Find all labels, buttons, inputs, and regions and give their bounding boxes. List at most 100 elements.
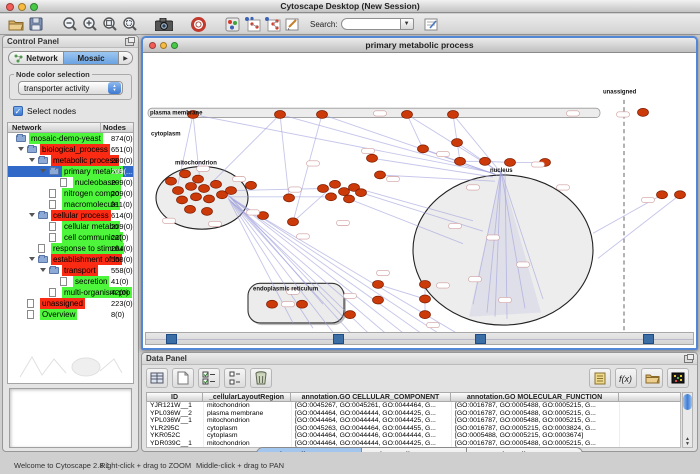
zoom-out-icon[interactable] <box>60 15 80 33</box>
graph-node[interactable] <box>202 207 213 215</box>
table-cell[interactable]: [GO:0044464, GO:0044446, GO:0044444, G..… <box>292 432 452 440</box>
disclosure-triangle-icon[interactable] <box>40 268 46 272</box>
table-cell[interactable]: mitochondrion <box>204 402 292 410</box>
annotation-icon[interactable] <box>282 15 302 33</box>
tab-network[interactable]: Network <box>9 52 64 64</box>
function-builder-icon[interactable]: f(x) <box>615 368 637 388</box>
table-cell[interactable]: mitochondrion <box>204 417 292 425</box>
table-cell[interactable]: [GO:0045267, GO:0045261, GO:0044464, G..… <box>292 402 452 410</box>
tree-item-secretion[interactable]: secretion41(0) <box>8 276 133 287</box>
graph-node[interactable] <box>226 187 237 195</box>
zoom-selected-icon[interactable] <box>120 15 140 33</box>
disclosure-triangle-icon[interactable] <box>29 257 35 261</box>
table-cell[interactable]: YKR052C <box>147 432 204 440</box>
table-cell[interactable]: YJR121W__1 <box>147 402 204 410</box>
tree-item-metabolic-process[interactable]: metabolic process280(0) <box>8 155 133 166</box>
graph-node[interactable] <box>657 191 668 199</box>
graph-node[interactable] <box>166 177 177 185</box>
attribute-editor-icon[interactable] <box>422 15 442 33</box>
strip-node[interactable] <box>166 334 177 344</box>
tree-item-cellular-process[interactable]: cellular process614(0) <box>8 210 133 221</box>
graph-node[interactable] <box>193 175 204 183</box>
table-cell[interactable]: cytoplasm <box>204 432 292 440</box>
search-input[interactable] <box>341 18 401 30</box>
graph-node[interactable] <box>367 154 378 162</box>
more-tabs-icon[interactable]: ▶ <box>119 52 132 64</box>
tree-item-cellular-metabo[interactable]: cellular metabo209(0) <box>8 221 133 232</box>
table-cell[interactable]: YPL036W__1 <box>147 417 204 425</box>
tree-item-multi-organism-pro[interactable]: multi-organism pro42(0) <box>8 287 133 298</box>
graph-node[interactable] <box>480 157 491 165</box>
attribute-batch-icon[interactable] <box>224 368 246 388</box>
attribute-report-icon[interactable] <box>589 368 611 388</box>
scrollbar-thumb[interactable] <box>683 394 692 410</box>
close-window-icon[interactable] <box>6 3 14 11</box>
tree-item-nucleobase-[interactable]: nucleobase-209(0) <box>8 177 133 188</box>
disclosure-triangle-icon[interactable] <box>29 158 35 162</box>
graph-node[interactable] <box>420 295 431 303</box>
select-nodes-checkbox[interactable]: ✓ <box>13 106 23 116</box>
table-cell[interactable]: [GO:0016787, GO:0005488, GO:0005215, G..… <box>452 402 620 410</box>
tree-item-primary-metabol[interactable]: primary metabol209(... <box>8 166 133 177</box>
vizmapper-icon[interactable] <box>222 15 242 33</box>
graph-node[interactable] <box>275 111 286 119</box>
table-cell[interactable]: [GO:0016787, GO:0005488, GO:0005215, G..… <box>452 410 620 418</box>
network-canvas[interactable]: plasma membranecytoplasmmitochondrionnuc… <box>143 54 696 348</box>
open-session-icon[interactable] <box>6 15 26 33</box>
graph-node[interactable] <box>318 185 329 193</box>
table-cell[interactable]: [GO:0016787, GO:0005488, GO:0005215, G..… <box>452 417 620 425</box>
graph-node[interactable] <box>211 180 222 188</box>
column-header[interactable]: annotation.GO MOLECULAR_FUNCTION <box>451 392 619 402</box>
graph-node[interactable] <box>185 205 196 213</box>
scrollbar-arrows-icon[interactable]: ▲▼ <box>683 437 692 447</box>
delete-attribute-icon[interactable] <box>250 368 272 388</box>
tree-item-unassigned[interactable]: unassigned223(0) <box>8 298 133 309</box>
graph-node[interactable] <box>373 280 384 288</box>
graph-node[interactable] <box>373 296 384 304</box>
disclosure-triangle-icon[interactable] <box>40 169 46 173</box>
graph-node[interactable] <box>199 185 210 193</box>
table-scrollbar[interactable]: ▲▼ <box>682 392 693 448</box>
tree-item-response-to-stimulu[interactable]: response to stimulu264(0) <box>8 243 133 254</box>
table-cell[interactable]: [GO:0016787, GO:0005215, GO:0003824, G..… <box>452 425 620 433</box>
table-row[interactable]: YLR295Ccytoplasm[GO:0045263, GO:0044464,… <box>147 425 680 433</box>
tree-item-nitrogen-compo[interactable]: nitrogen compo209(0) <box>8 188 133 199</box>
close-network-icon[interactable] <box>149 42 156 49</box>
create-attribute-icon[interactable] <box>172 368 194 388</box>
help-lifesaver-icon[interactable] <box>188 15 208 33</box>
destroy-network-icon[interactable] <box>262 15 282 33</box>
table-cell[interactable]: [GO:0044464, GO:0044444, GO:0044425, G..… <box>292 417 452 425</box>
table-row[interactable]: YPL036W__1mitochondrion[GO:0044464, GO:0… <box>147 417 680 425</box>
graph-node[interactable] <box>267 300 278 308</box>
table-row[interactable]: YKR052Ccytoplasm[GO:0044464, GO:0044446,… <box>147 432 680 440</box>
zoom-in-icon[interactable] <box>80 15 100 33</box>
graph-node[interactable] <box>448 111 459 119</box>
disclosure-triangle-icon[interactable] <box>29 213 35 217</box>
zoom-fit-icon[interactable] <box>100 15 120 33</box>
column-header[interactable]: _cellularLayoutRegion <box>203 392 291 402</box>
table-cell[interactable]: YLR295C <box>147 425 204 433</box>
disclosure-triangle-icon[interactable] <box>18 147 24 151</box>
graph-node[interactable] <box>326 193 337 201</box>
table-cell[interactable]: [GO:0044464, GO:0044444, GO:0044425, G..… <box>292 410 452 418</box>
strip-node[interactable] <box>643 334 654 344</box>
graph-node[interactable] <box>418 145 429 153</box>
graph-node[interactable] <box>186 182 197 190</box>
tab-mosaic[interactable]: Mosaic <box>64 52 119 64</box>
table-cell[interactable]: cytoplasm <box>204 425 292 433</box>
new-network-from-selection-icon[interactable] <box>242 15 262 33</box>
float-panel-icon[interactable] <box>125 38 134 46</box>
column-header[interactable]: annotation.GO CELLULAR_COMPONENT <box>291 392 451 402</box>
graph-node[interactable] <box>177 196 188 204</box>
graph-node[interactable] <box>675 191 686 199</box>
tree-item-mosaic-demo-yeast[interactable]: mosaic-demo-yeast874(0) <box>8 133 133 144</box>
search-dropdown-icon[interactable]: ▼ <box>401 18 414 30</box>
minimize-network-icon[interactable] <box>160 42 167 49</box>
graph-node[interactable] <box>356 189 367 197</box>
tree-item-macromolecule[interactable]: macromolecule311(0) <box>8 199 133 210</box>
network-graph[interactable]: plasma membranecytoplasmmitochondrionnuc… <box>143 54 696 348</box>
graph-node[interactable] <box>173 187 184 195</box>
minimize-window-icon[interactable] <box>18 3 26 11</box>
graph-node[interactable] <box>288 218 299 226</box>
zoom-window-icon[interactable] <box>30 3 38 11</box>
